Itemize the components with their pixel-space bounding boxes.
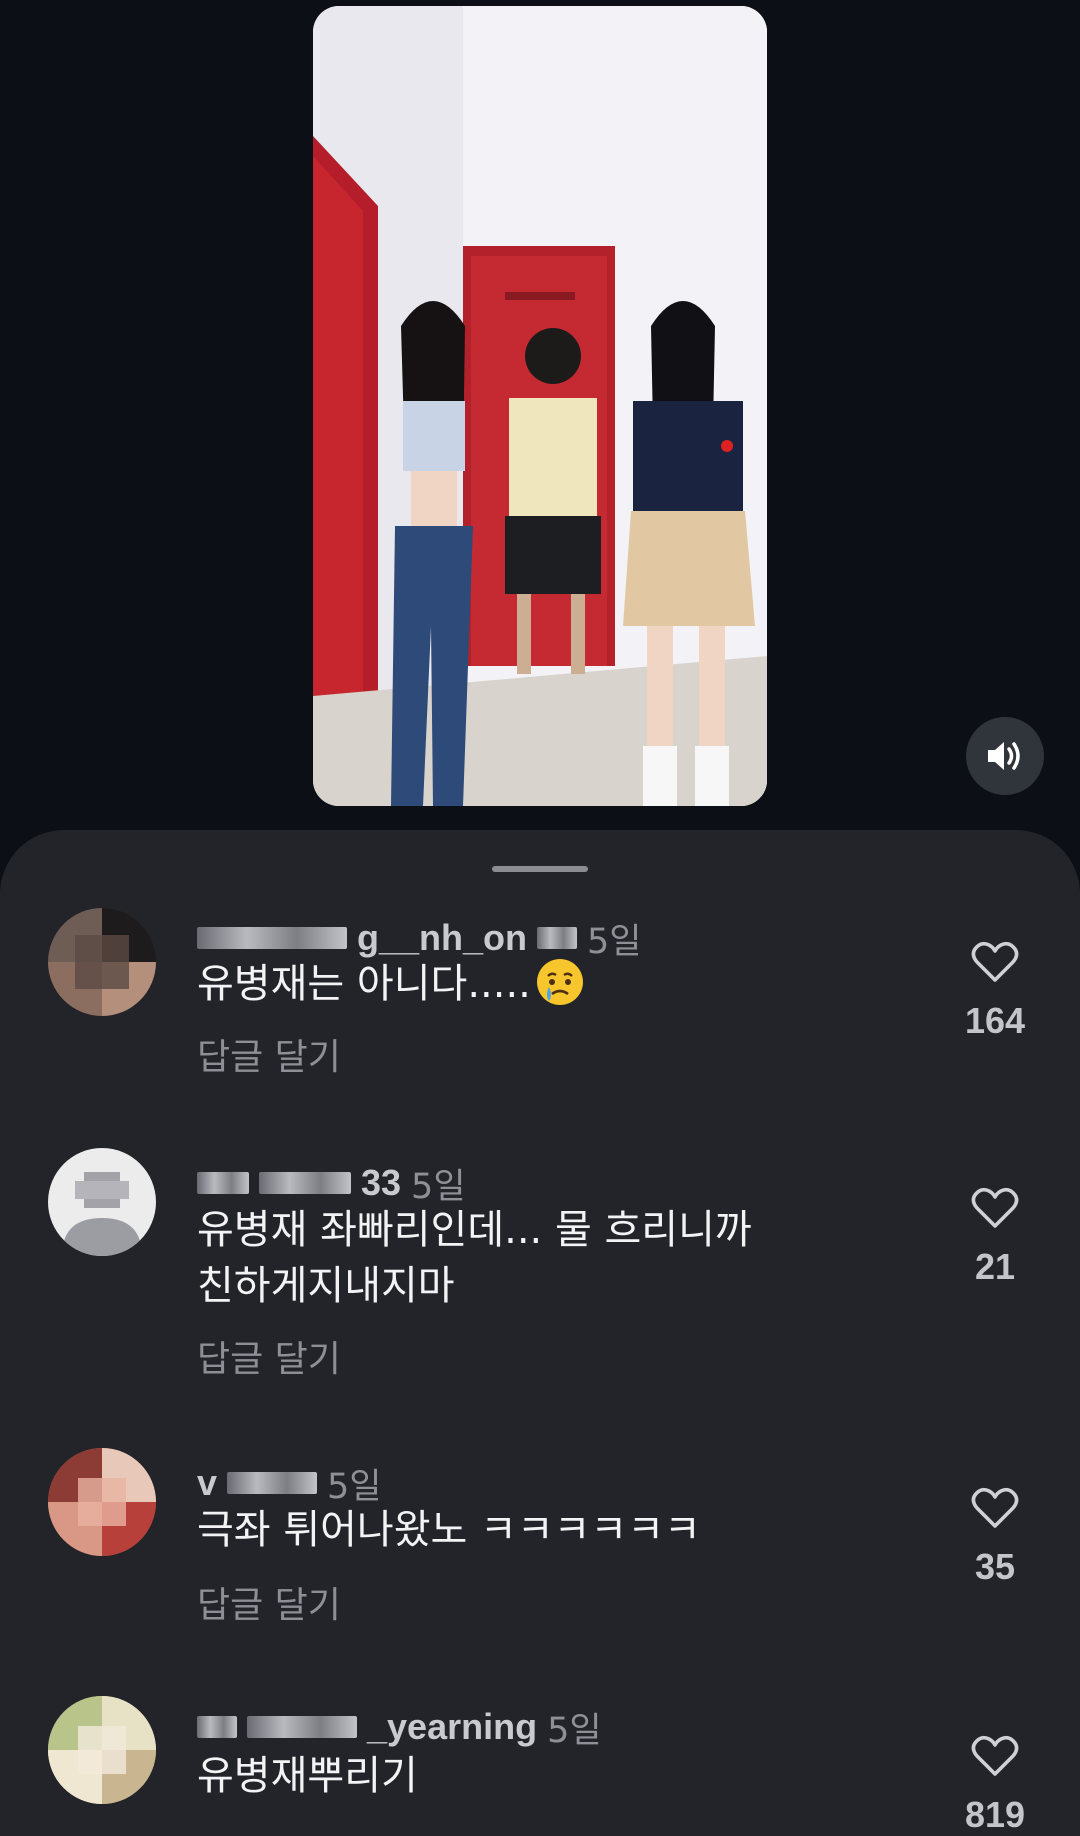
comment-text: 유병재뿌리기 (197, 1753, 418, 1799)
username[interactable]: _yearning (367, 1706, 537, 1748)
like-button[interactable] (960, 1486, 1030, 1534)
comment-text: 유병재 좌빠리인데... 물 흐리니까 친하게지내지마 (197, 1207, 752, 1309)
comment-text: 극좌 튀어나왔노 ㅋㅋㅋㅋㅋㅋ (197, 1507, 701, 1553)
pixelated-avatar-image (48, 1696, 156, 1804)
comment-text: 유병재는 아니다..... (197, 961, 531, 1007)
comment-time: 5일 (547, 1710, 602, 1751)
like-button[interactable] (960, 1186, 1030, 1234)
like-button[interactable] (960, 940, 1030, 988)
redacted-username (197, 1172, 249, 1194)
like-count: 35 (974, 1546, 1016, 1587)
comment-text-row: 유병재는 아니다..... (197, 956, 847, 1012)
avatar[interactable] (48, 1448, 156, 1556)
video-frame (313, 6, 767, 806)
video-player[interactable] (313, 6, 767, 806)
avatar[interactable] (48, 1148, 156, 1256)
volume-button[interactable] (966, 717, 1044, 795)
avatar[interactable] (48, 908, 156, 1016)
reply-button[interactable]: 답글 달기 (197, 1028, 341, 1080)
speaker-icon (988, 742, 1020, 770)
redacted-username (537, 927, 578, 949)
heart-icon (971, 1735, 1019, 1776)
heart-icon (971, 1487, 1019, 1528)
comment-meta: g__nh_on 5일 (197, 917, 641, 962)
default-avatar-icon (48, 1148, 156, 1256)
redacted-username (197, 927, 347, 949)
like-count: 819 (964, 1794, 1026, 1835)
redacted-username (259, 1172, 351, 1194)
pixelated-avatar-image (48, 908, 156, 1016)
heart-icon (971, 1187, 1019, 1228)
comment-meta: v 5일 (197, 1462, 382, 1507)
like-button[interactable] (960, 1734, 1030, 1782)
username[interactable]: g__nh_on (357, 917, 527, 959)
like-count: 164 (964, 1000, 1026, 1041)
comment-meta: 33 5일 (197, 1162, 466, 1207)
username[interactable]: v (197, 1462, 217, 1504)
crying-face-emoji-icon (536, 959, 583, 1005)
like-count: 21 (974, 1246, 1016, 1287)
comment-time: 5일 (411, 1166, 466, 1207)
comment-meta: _yearning 5일 (197, 1706, 602, 1751)
redacted-username (197, 1716, 237, 1738)
redacted-username (227, 1472, 318, 1494)
avatar[interactable] (48, 1696, 156, 1804)
sheet-drag-handle[interactable] (492, 866, 588, 872)
username[interactable]: 33 (361, 1162, 401, 1204)
reply-button[interactable]: 답글 달기 (197, 1330, 341, 1382)
comments-sheet: g__nh_on 5일 유병재는 아니다..... 답글 달기 164 33 5… (0, 830, 1080, 1836)
redacted-username (247, 1716, 357, 1738)
pixelated-avatar-image (48, 1448, 156, 1556)
heart-icon (971, 941, 1019, 982)
reply-button[interactable]: 답글 달기 (197, 1576, 341, 1628)
comment-time: 5일 (327, 1466, 382, 1507)
